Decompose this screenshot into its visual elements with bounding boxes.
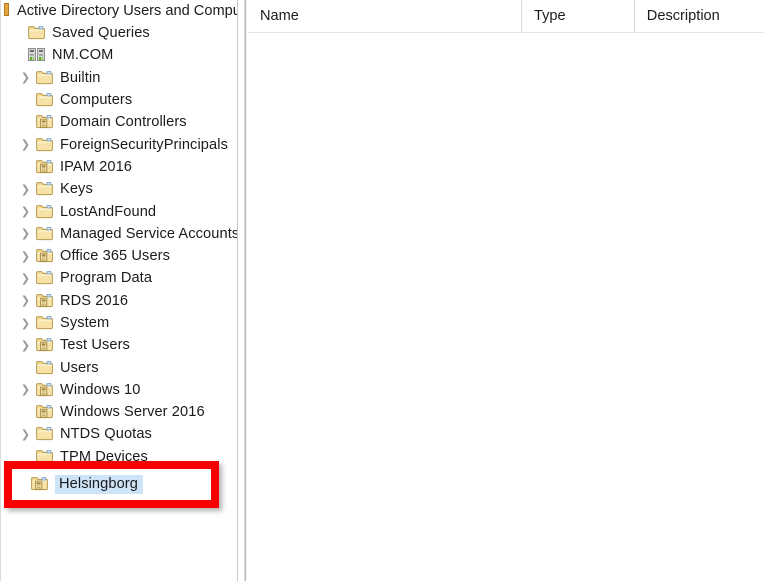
chevron-right-icon[interactable]: ❯ xyxy=(17,245,34,267)
chevron-right-icon[interactable]: ❯ xyxy=(17,334,34,356)
folder-icon xyxy=(34,89,55,111)
column-header-type[interactable]: Type xyxy=(522,0,635,32)
console-root-icon xyxy=(4,3,9,16)
tree-item[interactable]: ❯Saved Queries xyxy=(1,22,237,44)
column-header-name[interactable]: Name xyxy=(248,0,522,32)
chevron-right-icon[interactable]: ❯ xyxy=(17,223,34,245)
tree-item[interactable]: ❯ Keys xyxy=(1,178,237,200)
tree-item[interactable]: ❯Windows Server 2016 xyxy=(1,401,237,423)
tree-item[interactable]: ❯ Program Data xyxy=(1,267,237,289)
tree-item-label: NM.COM xyxy=(52,47,114,64)
chevron-right-icon[interactable]: ❯ xyxy=(17,423,34,445)
tree-item-label: ForeignSecurityPrincipals xyxy=(60,136,228,153)
tree-item-label: Program Data xyxy=(60,270,153,287)
tree-item-label: Domain Controllers xyxy=(60,114,187,131)
tree-item-label: RDS 2016 xyxy=(60,292,129,309)
tree-item[interactable]: ❯Domain Controllers xyxy=(1,111,237,133)
folder-icon xyxy=(34,357,55,379)
folder-icon xyxy=(34,446,55,468)
tree-item[interactable]: ❯ NTDS Quotas xyxy=(1,423,237,445)
tree-item[interactable]: ❯Computers xyxy=(1,89,237,111)
tree-item[interactable]: ❯ Builtin xyxy=(1,67,237,89)
folder-icon xyxy=(34,312,55,334)
tree-item-label: IPAM 2016 xyxy=(60,158,133,175)
chevron-right-icon[interactable]: ❯ xyxy=(17,178,34,200)
folder-icon xyxy=(34,178,55,200)
tree-item-helsingborg[interactable]: ❯ Helsingborg xyxy=(12,472,143,496)
chevron-right-icon[interactable]: ❯ xyxy=(17,67,34,89)
tree-item-label: Windows Server 2016 xyxy=(60,404,205,421)
tree-item[interactable]: ❯NM.COM xyxy=(1,44,237,66)
tree-item[interactable]: ❯ LostAndFound xyxy=(1,200,237,222)
column-header-row: Name Type Description xyxy=(248,0,764,33)
folder-icon xyxy=(26,22,47,44)
tree-item-label: Test Users xyxy=(60,337,130,354)
tree-item[interactable]: ❯Users xyxy=(1,356,237,378)
tree-item-label: System xyxy=(60,315,110,331)
tree-item-label: Keys xyxy=(60,181,93,198)
window-title: Active Directory Users and Computers xyxy=(17,3,237,19)
tree-item[interactable]: ❯ Windows 10 xyxy=(1,379,237,401)
tree-item[interactable]: ❯ System xyxy=(1,312,237,334)
column-header-type-label: Type xyxy=(533,8,566,24)
tree-item-label: Users xyxy=(60,359,99,376)
folder-icon xyxy=(34,67,55,89)
folder-icon xyxy=(34,267,55,289)
tree-item-label: Windows 10 xyxy=(60,381,141,398)
ou-folder-icon xyxy=(34,290,55,312)
ou-folder-icon xyxy=(34,334,55,356)
tree-item[interactable]: ❯ Office 365 Users xyxy=(1,245,237,267)
folder-icon xyxy=(34,223,55,245)
tree-item[interactable]: ❯ ForeignSecurityPrincipals xyxy=(1,133,237,155)
folder-icon xyxy=(34,201,55,223)
tree-item[interactable]: ❯TPM Devices xyxy=(1,446,237,468)
tree-item-label: NTDS Quotas xyxy=(60,426,152,443)
column-header-name-label: Name xyxy=(260,8,299,24)
tree-item[interactable]: ❯ Test Users xyxy=(1,334,237,356)
chevron-right-icon[interactable]: ❯ xyxy=(17,312,34,334)
column-header-description-label: Description xyxy=(646,8,720,24)
tree-item-label: LostAndFound xyxy=(60,203,157,220)
tree-list: ❯Saved Queries❯NM.COM❯Builtin❯Computers❯… xyxy=(1,0,237,468)
tree-item-label: Saved Queries xyxy=(52,25,150,42)
folder-icon xyxy=(34,134,55,156)
tree-item-label: TPM Devices xyxy=(60,448,148,465)
folder-icon xyxy=(34,423,55,445)
pane-splitter[interactable] xyxy=(243,0,247,581)
ou-folder-icon xyxy=(34,245,55,267)
ou-folder-icon xyxy=(34,379,55,401)
chevron-right-icon[interactable]: ❯ xyxy=(17,134,34,156)
ou-folder-icon xyxy=(29,473,50,495)
ou-folder-icon xyxy=(34,401,55,423)
chevron-right-icon[interactable]: ❯ xyxy=(17,379,34,401)
tree-item-label: Managed Service Accounts xyxy=(60,225,238,242)
tree-item[interactable]: ❯ Managed Service Accounts xyxy=(1,223,237,245)
ou-folder-icon xyxy=(34,156,55,178)
chevron-right-icon[interactable]: ❯ xyxy=(17,267,34,289)
tree-item-label: Builtin xyxy=(60,69,101,86)
domain-icon xyxy=(26,44,47,66)
column-header-description[interactable]: Description xyxy=(635,0,764,32)
tree-item-label: Office 365 Users xyxy=(60,248,171,265)
chevron-right-icon[interactable]: ❯ xyxy=(17,201,34,223)
ou-folder-icon xyxy=(34,111,55,133)
tree-item-label: Computers xyxy=(60,92,133,109)
chevron-right-icon[interactable]: ❯ xyxy=(17,290,34,312)
tree-item[interactable]: ❯IPAM 2016 xyxy=(1,156,237,178)
tree-item-helsingborg-label: Helsingborg xyxy=(55,474,143,494)
list-pane: Name Type Description xyxy=(238,0,764,581)
tree-item[interactable]: ❯ RDS 2016 xyxy=(1,290,237,312)
